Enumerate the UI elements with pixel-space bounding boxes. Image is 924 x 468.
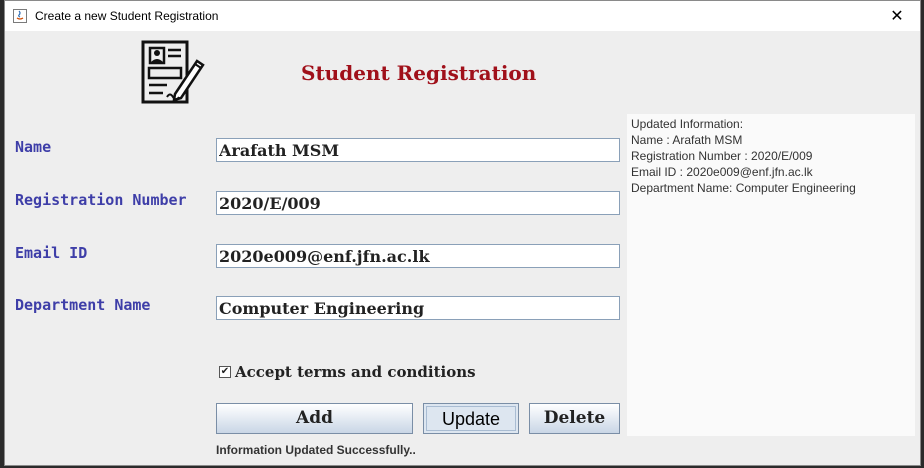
name-field[interactable] (216, 138, 620, 162)
info-department: Department Name: Computer Engineering (631, 181, 856, 195)
delete-button[interactable]: Delete (529, 403, 620, 434)
updated-info-panel: Updated Information: Name : Arafath MSM … (627, 114, 915, 436)
email-label: Email ID (15, 244, 88, 262)
java-app-icon (13, 9, 27, 23)
info-name: Name : Arafath MSM (631, 133, 743, 147)
window-title: Create a new Student Registration (35, 9, 219, 23)
registration-number-label: Registration Number (15, 191, 187, 209)
registration-form-icon (141, 40, 205, 104)
close-button[interactable]: ✕ (874, 1, 920, 31)
name-label: Name (15, 138, 52, 156)
registration-window: Create a new Student Registration ✕ Stud… (4, 0, 921, 466)
terms-checkbox[interactable]: ✔ (219, 366, 231, 378)
page-heading: Student Registration (301, 61, 537, 85)
info-email: Email ID : 2020e009@enf.jfn.ac.lk (631, 165, 813, 179)
department-field[interactable] (216, 296, 620, 320)
terms-label[interactable]: Accept terms and conditions (235, 363, 476, 381)
update-button[interactable]: Update (423, 403, 519, 434)
add-button[interactable]: Add (216, 403, 413, 434)
info-registration-number: Registration Number : 2020/E/009 (631, 149, 813, 163)
registration-number-field[interactable] (216, 191, 620, 215)
email-field[interactable] (216, 244, 620, 268)
terms-checkbox-row: ✔ Accept terms and conditions (219, 363, 476, 381)
close-icon: ✕ (890, 6, 904, 25)
title-bar: Create a new Student Registration ✕ (5, 1, 920, 31)
update-button-label: Update (426, 406, 516, 431)
info-heading: Updated Information: (631, 117, 744, 131)
status-message: Information Updated Successfully.. (216, 443, 416, 457)
department-label: Department Name (15, 296, 151, 314)
